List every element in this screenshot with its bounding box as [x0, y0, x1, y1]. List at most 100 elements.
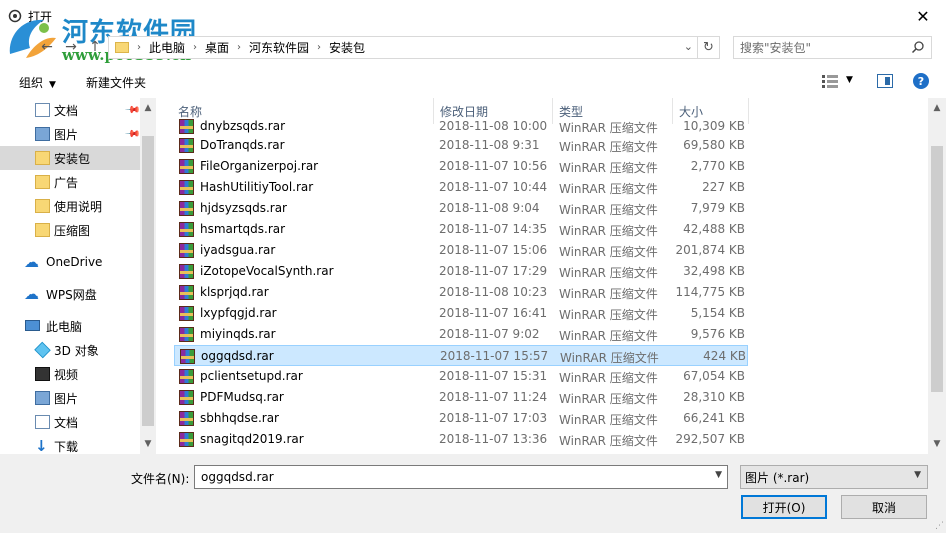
file-row[interactable]: snagitqd2019.rar 2018-11-07 13:36 WinRAR… [174, 429, 748, 450]
folder-icon [35, 151, 50, 165]
pin-icon[interactable]: 📌 [124, 126, 141, 143]
breadcrumb-desktop[interactable]: 桌面 › [205, 39, 249, 56]
file-row[interactable]: pclientsetupd.rar 2018-11-07 15:31 WinRA… [174, 366, 748, 387]
view-options-icon[interactable] [822, 74, 838, 88]
rar-file-icon [179, 119, 194, 134]
refresh-icon: ↻ [703, 40, 714, 55]
file-list-scrollbar[interactable]: ▲ ▼ [928, 98, 946, 454]
chevron-right-icon: › [193, 42, 198, 53]
chevron-down-icon[interactable]: ▼ [715, 470, 722, 480]
preview-pane-icon[interactable] [877, 74, 893, 88]
nav-item-instructions[interactable]: 使用说明 [0, 194, 140, 218]
document-icon [35, 103, 50, 117]
forward-button[interactable]: → [60, 36, 82, 58]
chevron-right-icon: › [237, 42, 242, 53]
file-row[interactable]: hsmartqds.rar 2018-11-07 14:35 WinRAR 压缩… [174, 219, 748, 240]
file-row[interactable]: dnybzsqds.rar 2018-11-08 10:00 WinRAR 压缩… [174, 116, 748, 137]
file-row[interactable]: sbhhqdse.rar 2018-11-07 17:03 WinRAR 压缩文… [174, 408, 748, 429]
rar-file-icon [179, 369, 194, 384]
file-row[interactable]: DoTranqds.rar 2018-11-08 9:31 WinRAR 压缩文… [174, 135, 748, 156]
scroll-up-icon[interactable]: ▲ [140, 100, 156, 116]
new-folder-button[interactable]: 新建文件夹 [86, 74, 146, 91]
rar-file-icon [179, 327, 194, 342]
file-row[interactable]: hjdsyzsqds.rar 2018-11-08 9:04 WinRAR 压缩… [174, 198, 748, 219]
chevron-right-icon: › [317, 42, 322, 53]
rar-file-icon [179, 222, 194, 237]
scrollbar-thumb[interactable] [142, 136, 154, 426]
scroll-down-icon[interactable]: ▼ [929, 436, 945, 452]
close-icon: ✕ [916, 6, 930, 26]
nav-item-pictures[interactable]: 图片 [0, 386, 140, 410]
nav-item-this-pc[interactable]: 此电脑 [0, 314, 140, 338]
breadcrumb-root-separator[interactable]: › [137, 42, 149, 53]
file-row[interactable]: klsprjqd.rar 2018-11-08 10:23 WinRAR 压缩文… [174, 282, 748, 303]
breadcrumb-this-pc[interactable]: 此电脑 › [149, 39, 205, 56]
help-icon[interactable]: ? [913, 73, 929, 89]
videos-icon [35, 367, 50, 381]
file-row[interactable]: iZotopeVocalSynth.rar 2018-11-07 17:29 W… [174, 261, 748, 282]
nav-item-documents-pinned[interactable]: 文档 📌 [0, 98, 141, 122]
this-pc-icon [25, 320, 40, 331]
pictures-icon [35, 391, 50, 405]
refresh-button[interactable]: ↻ [698, 36, 720, 59]
nav-item-downloads[interactable]: ↓ 下载 [0, 434, 140, 454]
rar-file-icon [179, 264, 194, 279]
rar-file-icon [179, 306, 194, 321]
breadcrumb-hedong[interactable]: 河东软件园 › [249, 39, 329, 56]
rar-file-icon [179, 243, 194, 258]
folder-icon [35, 199, 50, 213]
scroll-down-icon[interactable]: ▼ [140, 436, 156, 452]
file-row[interactable]: HashUtilitiyTool.rar 2018-11-07 10:44 Wi… [174, 177, 748, 198]
file-row-selected[interactable]: oggqdsd.rar 2018-11-07 15:57 WinRAR 压缩文件… [174, 345, 748, 366]
pin-icon[interactable]: 📌 [124, 102, 141, 119]
file-row[interactable]: PDFMudsq.rar 2018-11-07 11:24 WinRAR 压缩文… [174, 387, 748, 408]
address-bar[interactable]: › 此电脑 › 桌面 › 河东软件园 › 安装包 ⌄ [108, 36, 698, 59]
search-icon [911, 41, 924, 54]
filename-label: 文件名(N): [131, 472, 190, 486]
file-type-value: 图片 (*.rar) [745, 470, 810, 485]
window-title: 打开 [28, 10, 53, 24]
file-row[interactable]: iyadsgua.rar 2018-11-07 15:06 WinRAR 压缩文… [174, 240, 748, 261]
back-button[interactable]: ← [36, 36, 58, 58]
nav-item-ads[interactable]: 广告 [0, 170, 140, 194]
caret-down-icon: ▼ [49, 80, 56, 90]
search-placeholder: 搜索"安装包" [740, 41, 812, 55]
up-arrow-icon: ↑ [89, 39, 101, 55]
sort-up-icon: ^ [314, 98, 322, 104]
folder-icon [35, 175, 50, 189]
chevron-down-icon[interactable]: ⌄ [684, 40, 693, 53]
nav-item-install-pkg[interactable]: 安装包 [0, 146, 140, 170]
scroll-up-icon[interactable]: ▲ [929, 100, 945, 116]
open-button[interactable]: 打开(O) [741, 495, 827, 519]
filename-input[interactable]: oggqdsd.rar ▼ [194, 465, 728, 489]
search-input[interactable]: 搜索"安装包" [733, 36, 932, 59]
nav-pane-scrollbar[interactable]: ▲ ▼ [140, 98, 156, 454]
rar-file-icon [179, 180, 194, 195]
document-icon [35, 415, 50, 429]
folder-icon [115, 42, 129, 53]
nav-item-documents[interactable]: 文档 [0, 410, 140, 434]
nav-item-pictures-pinned[interactable]: 图片 📌 [0, 122, 141, 146]
nav-item-onedrive[interactable]: ☁ OneDrive [0, 250, 140, 274]
nav-item-videos[interactable]: 视频 [0, 362, 140, 386]
file-row[interactable]: lxypfqgjd.rar 2018-11-07 16:41 WinRAR 压缩… [174, 303, 748, 324]
organize-button[interactable]: 组织 ▼ [19, 74, 56, 91]
forward-arrow-icon: → [65, 39, 77, 55]
rar-file-icon [179, 390, 194, 405]
cancel-button[interactable]: 取消 [841, 495, 927, 519]
breadcrumb-install-pkg[interactable]: 安装包 [329, 39, 365, 56]
file-type-select[interactable]: 图片 (*.rar) ▼ [740, 465, 928, 489]
toolbar: 组织 ▼ 新建文件夹 ▼ ? [0, 66, 946, 98]
file-row[interactable]: FileOrganizerpoj.rar 2018-11-07 10:56 Wi… [174, 156, 748, 177]
close-button[interactable]: ✕ [900, 0, 946, 32]
resize-grip-icon[interactable]: ⋰ [935, 521, 944, 531]
3d-objects-icon [34, 341, 51, 359]
nav-item-wps-cloud[interactable]: ☁ WPS网盘 [0, 282, 140, 306]
file-row[interactable]: miyinqds.rar 2018-11-07 9:02 WinRAR 压缩文件… [174, 324, 748, 345]
scrollbar-thumb[interactable] [931, 146, 943, 392]
nav-item-compressed-images[interactable]: 压缩图 [0, 218, 140, 242]
chevron-down-icon: ▼ [914, 470, 921, 480]
caret-down-icon[interactable]: ▼ [846, 75, 853, 85]
nav-item-3d-objects[interactable]: 3D 对象 [0, 338, 140, 362]
up-button[interactable]: ↑ [84, 36, 106, 58]
